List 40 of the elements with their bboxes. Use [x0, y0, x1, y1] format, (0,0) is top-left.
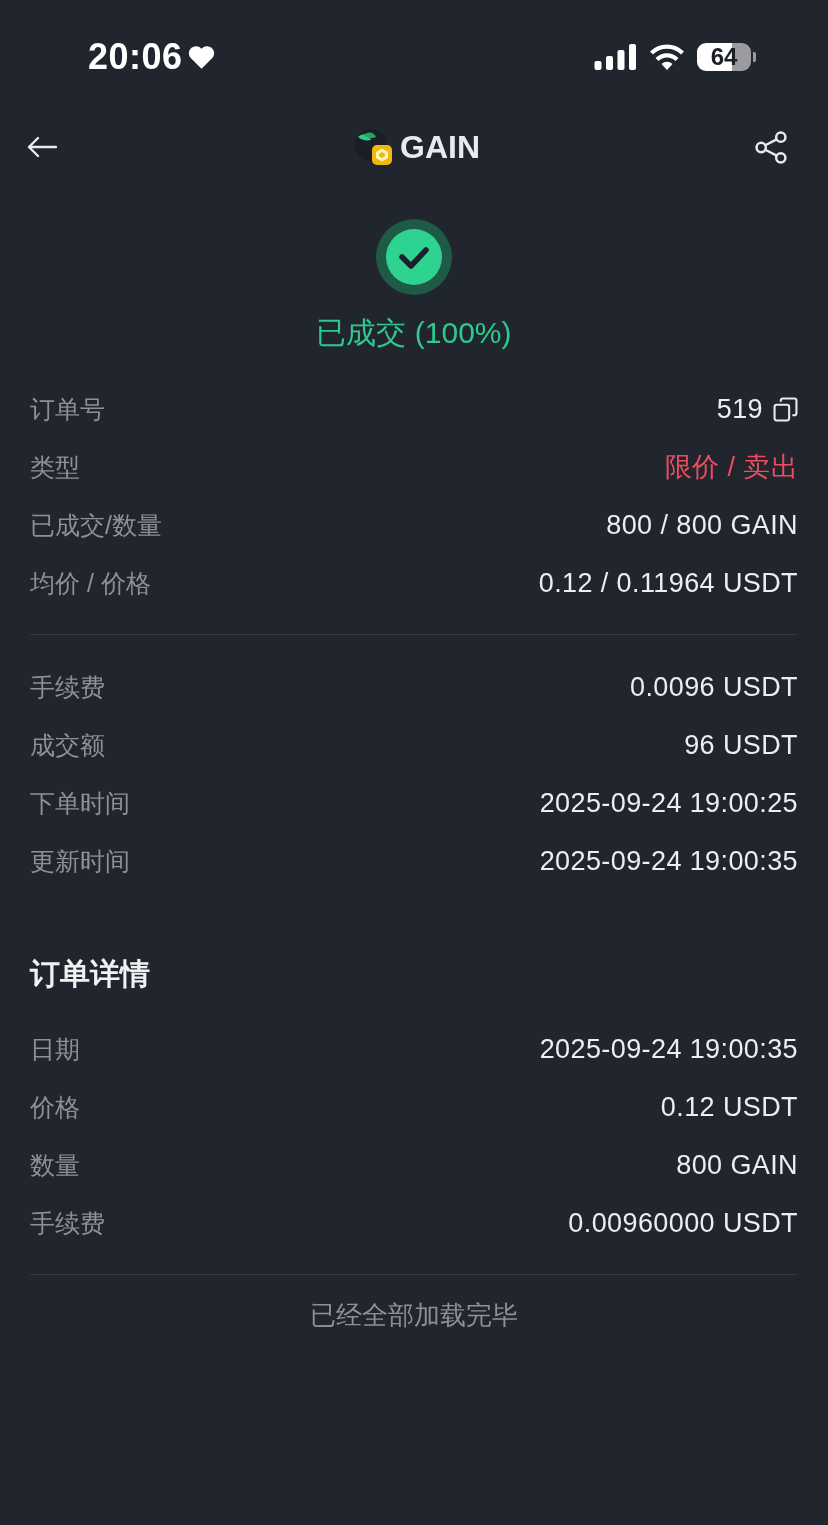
field-value: 519	[716, 393, 763, 425]
field-value: 0.12 USDT	[660, 1091, 798, 1123]
field-value: 0.12 / 0.11964 USDT	[538, 567, 798, 599]
field-label: 已成交/数量	[30, 509, 162, 541]
field-label: 数量	[30, 1149, 80, 1181]
field-value: 2025-09-24 19:00:35	[539, 1033, 798, 1065]
page-title: GAIN	[400, 128, 480, 166]
field-label: 更新时间	[30, 845, 130, 877]
field-label: 日期	[30, 1033, 80, 1065]
field-value: 0.0096 USDT	[630, 671, 798, 703]
battery-indicator: 64	[697, 43, 756, 71]
field-label: 手续费	[30, 1207, 105, 1239]
signal-icon	[594, 44, 637, 70]
field-value: 800 / 800 GAIN	[606, 509, 798, 541]
wifi-icon	[649, 44, 685, 70]
field-label: 手续费	[30, 671, 105, 703]
share-button[interactable]	[755, 130, 788, 164]
success-check-icon	[376, 219, 452, 295]
field-label: 成交额	[30, 729, 105, 761]
section-title: 订单详情	[30, 956, 150, 992]
field-label: 订单号	[30, 393, 105, 425]
order-status: 已成交 (100%)	[316, 316, 512, 350]
field-value: 800 GAIN	[676, 1149, 798, 1181]
share-icon	[755, 130, 788, 164]
field-value: 限价 / 卖出	[664, 451, 798, 484]
field-value: 0.00960000 USDT	[568, 1207, 798, 1239]
end-of-list-text: 已经全部加载完毕	[310, 1299, 518, 1332]
heart-icon	[187, 45, 215, 69]
back-arrow-icon	[27, 136, 57, 158]
field-label: 均价 / 价格	[30, 567, 151, 599]
field-value: 2025-09-24 19:00:35	[539, 845, 798, 877]
field-label: 类型	[30, 451, 80, 483]
field-label: 下单时间	[30, 787, 130, 819]
token-logo-icon	[354, 127, 394, 167]
field-value: 2025-09-24 19:00:25	[539, 787, 798, 819]
field-label: 价格	[30, 1091, 80, 1123]
back-button[interactable]	[27, 136, 57, 158]
copy-icon[interactable]	[773, 396, 798, 422]
field-value: 96 USDT	[684, 729, 798, 761]
status-time: 20:06	[88, 36, 183, 78]
